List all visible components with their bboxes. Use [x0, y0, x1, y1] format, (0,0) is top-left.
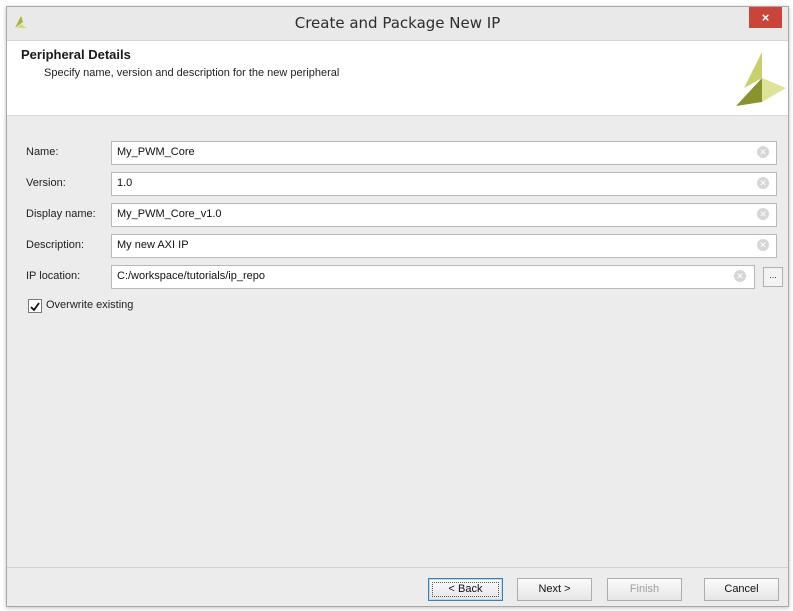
description-field[interactable]: My new AXI IP ✕ [111, 234, 777, 258]
xilinx-logo-icon [736, 52, 786, 106]
close-button[interactable]: × [749, 7, 782, 28]
browse-button[interactable]: ... [763, 267, 783, 287]
finish-button[interactable]: Finish [607, 578, 682, 601]
display-name-row: Display name: My_PWM_Core_v1.0 ✕ [7, 203, 788, 227]
name-field[interactable]: My_PWM_Core ✕ [111, 141, 777, 165]
description-label: Description: [26, 239, 85, 251]
back-button[interactable]: < Back [428, 578, 503, 601]
clear-icon[interactable]: ✕ [757, 177, 769, 189]
page-header: Peripheral Details Specify name, version… [7, 41, 788, 116]
title-bar: Create and Package New IP × [7, 7, 788, 41]
focus-ring [432, 582, 499, 597]
version-field[interactable]: 1.0 ✕ [111, 172, 777, 196]
window-title: Create and Package New IP [294, 14, 501, 32]
version-label: Version: [26, 177, 66, 189]
form-panel: Name: My_PWM_Core ✕ Version: 1.0 ✕ Displ… [7, 127, 788, 567]
clear-icon[interactable]: ✕ [757, 208, 769, 220]
page-title: Peripheral Details [21, 47, 131, 62]
description-value: My new AXI IP [117, 239, 189, 251]
clear-icon[interactable]: ✕ [734, 270, 746, 282]
dialog-window: Create and Package New IP × Peripheral D… [6, 6, 789, 607]
ip-location-label: IP location: [26, 270, 81, 282]
version-row: Version: 1.0 ✕ [7, 172, 788, 196]
version-value: 1.0 [117, 177, 133, 189]
next-button[interactable]: Next > [517, 578, 592, 601]
ip-location-value: C:/workspace/tutorials/ip_repo [117, 270, 265, 282]
display-name-field[interactable]: My_PWM_Core_v1.0 ✕ [111, 203, 777, 227]
finish-button-label: Finish [629, 583, 660, 595]
next-button-label: Next > [538, 583, 571, 595]
button-bar: < Back Next > Finish Cancel [7, 567, 788, 606]
name-row: Name: My_PWM_Core ✕ [7, 141, 788, 165]
ip-location-row: IP location: C:/workspace/tutorials/ip_r… [7, 265, 788, 289]
page-subtitle: Specify name, version and description fo… [44, 67, 340, 79]
overwrite-checkbox[interactable] [28, 299, 42, 313]
clear-icon[interactable]: ✕ [757, 239, 769, 251]
display-name-label: Display name: [26, 208, 96, 220]
cancel-button-label: Cancel [724, 583, 759, 595]
ip-location-field[interactable]: C:/workspace/tutorials/ip_repo ✕ [111, 265, 755, 289]
display-name-value: My_PWM_Core_v1.0 [117, 208, 222, 220]
name-label: Name: [26, 146, 59, 158]
cancel-button[interactable]: Cancel [704, 578, 779, 601]
overwrite-label: Overwrite existing [46, 299, 134, 311]
description-row: Description: My new AXI IP ✕ [7, 234, 788, 258]
clear-icon[interactable]: ✕ [757, 146, 769, 158]
name-value: My_PWM_Core [117, 146, 195, 158]
checkmark-icon [30, 302, 40, 312]
